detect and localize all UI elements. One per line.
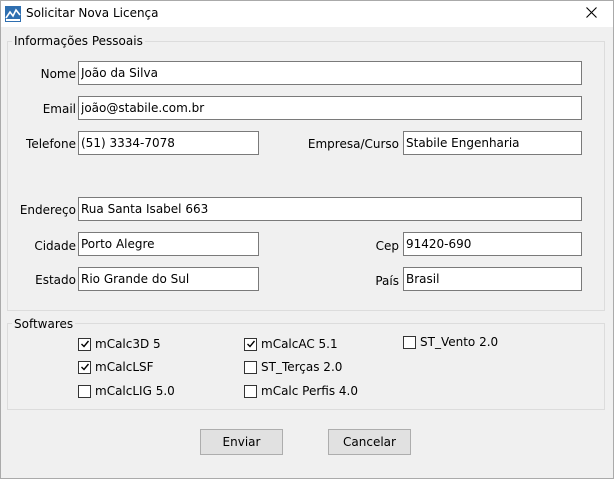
softwares-legend: Softwares — [12, 317, 76, 331]
checkbox-mcalclig[interactable]: mCalcLIG 5.0 — [78, 384, 175, 398]
checkmark-icon — [80, 340, 89, 348]
personal-info-legend: Informações Pessoais — [12, 34, 145, 48]
email-label: Email — [42, 102, 76, 116]
close-button[interactable] — [569, 1, 613, 27]
cep-field[interactable] — [403, 232, 582, 256]
nome-field[interactable] — [78, 61, 582, 85]
checkbox-st-tercas[interactable]: ST_Terças 2.0 — [244, 360, 342, 374]
checkbox-label: mCalc Perfis 4.0 — [261, 384, 359, 398]
estado-label: Estado — [35, 273, 76, 287]
checkbox-box[interactable] — [78, 384, 91, 398]
nome-label: Nome — [40, 67, 76, 81]
checkmark-icon — [246, 340, 255, 348]
checkmark-icon — [80, 363, 89, 371]
checkbox-mcalc-perfis[interactable]: mCalc Perfis 4.0 — [244, 384, 358, 398]
cancelar-button[interactable]: Cancelar — [328, 429, 411, 455]
checkbox-label: ST_Vento 2.0 — [420, 335, 499, 349]
pais-label: País — [375, 274, 399, 288]
checkbox-box[interactable] — [244, 360, 257, 374]
cidade-label: Cidade — [34, 239, 76, 253]
estado-field[interactable] — [78, 267, 259, 291]
window-title: Solicitar Nova Licença — [26, 6, 159, 20]
checkbox-box[interactable] — [78, 360, 91, 374]
enviar-button[interactable]: Enviar — [200, 429, 283, 455]
cep-label: Cep — [375, 239, 399, 253]
checkbox-box[interactable] — [244, 384, 257, 398]
telefone-label: Telefone — [26, 137, 76, 151]
empresa-label: Empresa/Curso — [307, 137, 399, 151]
endereco-label: Endereço — [19, 203, 76, 217]
close-icon — [585, 7, 597, 21]
checkbox-mcalclsf[interactable]: mCalcLSF — [78, 360, 154, 374]
empresa-field[interactable] — [403, 131, 582, 155]
title-bar[interactable]: Solicitar Nova Licença — [1, 1, 613, 27]
checkbox-mcalc3d[interactable]: mCalc3D 5 — [78, 337, 161, 351]
checkbox-st-vento[interactable]: ST_Vento 2.0 — [403, 335, 498, 349]
checkbox-label: ST_Terças 2.0 — [261, 360, 343, 374]
cidade-field[interactable] — [78, 232, 259, 256]
email-field[interactable] — [78, 96, 582, 120]
telefone-field[interactable] — [78, 131, 259, 155]
checkbox-label: mCalcAC 5.1 — [261, 337, 338, 351]
checkbox-box[interactable] — [403, 335, 416, 349]
checkbox-box[interactable] — [78, 337, 91, 351]
checkbox-label: mCalc3D 5 — [95, 337, 161, 351]
app-icon — [5, 6, 21, 22]
checkbox-box[interactable] — [244, 337, 257, 351]
checkbox-label: mCalcLSF — [95, 360, 154, 374]
checkbox-mcalcac[interactable]: mCalcAC 5.1 — [244, 337, 338, 351]
endereco-field[interactable] — [78, 197, 582, 221]
license-request-dialog: Solicitar Nova Licença Informações Pesso… — [0, 0, 614, 479]
pais-field[interactable] — [403, 267, 582, 291]
checkbox-label: mCalcLIG 5.0 — [95, 384, 175, 398]
